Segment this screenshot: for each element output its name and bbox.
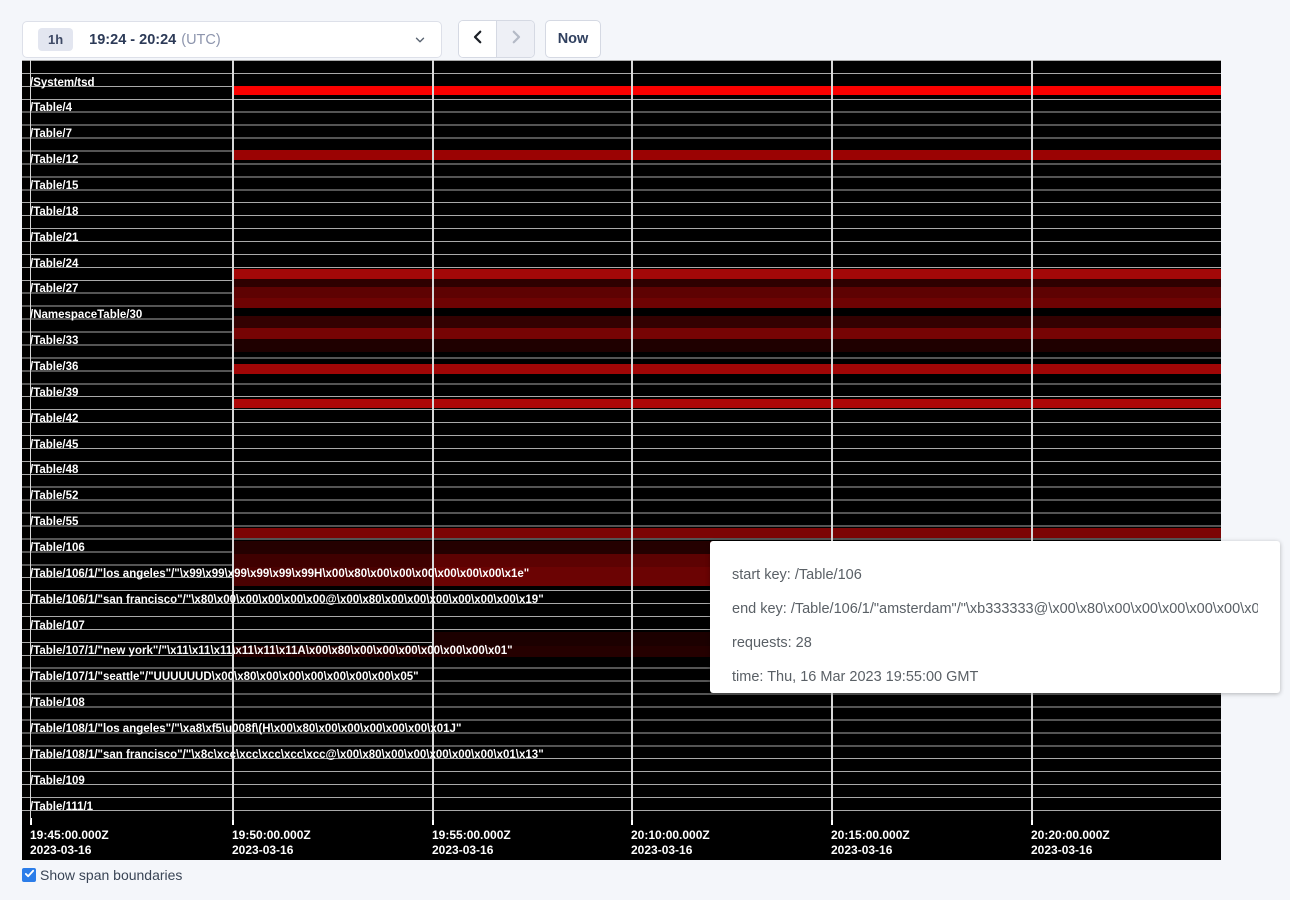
span-key-label: /Table/106/1/"los angeles"/"\x99\x99\x99… [30, 568, 529, 581]
time-nav-button-group [458, 20, 535, 58]
time-gridline [631, 60, 633, 820]
span-key-label: /Table/12 [30, 154, 78, 167]
time-range-value: 19:24 - 20:24 [89, 32, 176, 48]
span-key-label: /Table/108 [30, 697, 85, 710]
hot-span-band [232, 279, 1221, 287]
tooltip-end-key: end key: /Table/106/1/"amsterdam"/"\xb33… [732, 599, 1258, 619]
span-key-label: /Table/106/1/"san francisco"/"\x80\x00\x… [30, 594, 544, 607]
time-gridline [432, 60, 434, 820]
now-button[interactable]: Now [545, 20, 601, 58]
toolbar: 1h 19:24 - 20:24 (UTC) Now [0, 0, 1290, 60]
span-key-label: /System/tsd [30, 77, 95, 90]
key-visualizer-heatmap[interactable]: /System/tsd/Table/4/Table/7/Table/12/Tab… [22, 60, 1221, 860]
span-key-label: /Table/7 [30, 128, 72, 141]
span-key-label: /NamespaceTable/30 [30, 309, 142, 322]
span-key-label: /Table/55 [30, 516, 78, 529]
tooltip-start-key: start key: /Table/106 [732, 565, 1258, 585]
tooltip-time: time: Thu, 16 Mar 2023 19:55:00 GMT [732, 667, 1258, 687]
span-key-label: /Table/107 [30, 620, 85, 633]
hot-span-band [232, 339, 1221, 352]
chevron-down-icon [413, 33, 427, 52]
hot-span-band [232, 269, 1221, 279]
time-range-timezone: (UTC) [181, 32, 220, 48]
span-key-label: /Table/111/1 [30, 801, 93, 814]
time-axis-label: 19:50:00.000Z2023-03-16 [232, 828, 311, 858]
span-key-label: /Table/24 [30, 258, 78, 271]
tooltip-requests: requests: 28 [732, 633, 1258, 653]
span-key-label: /Table/107/1/"seattle"/"UUUUUUD\x00\x80\… [30, 671, 419, 684]
hot-span-band [232, 316, 1221, 328]
span-key-label: /Table/21 [30, 232, 78, 245]
show-span-boundaries-checkbox[interactable] [22, 868, 36, 882]
time-range-dropdown[interactable]: 1h 19:24 - 20:24 (UTC) [22, 21, 442, 58]
next-range-button[interactable] [497, 21, 534, 57]
hot-span-band [232, 298, 1221, 308]
hot-span-band [232, 554, 432, 567]
span-key-label: /Table/27 [30, 283, 78, 296]
hot-span-band [232, 86, 1221, 95]
time-range-preset-badge: 1h [38, 28, 73, 51]
span-key-label: /Table/108/1/"los angeles"/"\xa8\xf5\u00… [30, 723, 461, 736]
time-gridline [1031, 60, 1033, 820]
span-key-label: /Table/36 [30, 361, 78, 374]
chevron-left-icon [469, 28, 487, 51]
footer: Show span boundaries [22, 867, 182, 883]
hot-span-band [232, 528, 1221, 538]
span-key-label: /Table/39 [30, 387, 78, 400]
span-key-label: /Table/109 [30, 775, 85, 788]
span-key-label: /Table/42 [30, 413, 78, 426]
chevron-right-icon [507, 28, 525, 51]
span-key-label: /Table/33 [30, 335, 78, 348]
span-key-label: /Table/18 [30, 206, 78, 219]
span-tooltip: start key: /Table/106 end key: /Table/10… [710, 541, 1280, 693]
time-axis-label: 19:55:00.000Z2023-03-16 [432, 828, 511, 858]
span-key-label: /Table/52 [30, 490, 78, 503]
time-axis: 19:45:00.000Z2023-03-16 19:50:00.000Z2023… [22, 820, 1221, 860]
previous-range-button[interactable] [459, 21, 497, 57]
time-axis-label: 20:10:00.000Z2023-03-16 [631, 828, 710, 858]
hot-span-band [232, 287, 1221, 298]
time-axis-label: 19:45:00.000Z2023-03-16 [30, 828, 109, 858]
hot-span-band [232, 364, 1221, 374]
show-span-boundaries-label: Show span boundaries [40, 867, 182, 883]
checkmark-icon [24, 866, 35, 884]
span-key-label: /Table/15 [30, 180, 78, 193]
span-key-label: /Table/45 [30, 439, 78, 452]
hot-span-band [232, 399, 1221, 408]
span-key-label: /Table/107/1/"new york"/"\x11\x11\x11\x1… [30, 645, 513, 658]
span-key-label: /Table/4 [30, 102, 72, 115]
time-gridline [232, 60, 234, 820]
span-key-label: /Table/106 [30, 542, 85, 555]
span-key-label: /Table/48 [30, 464, 78, 477]
time-gridline [831, 60, 833, 820]
heatmap-rows-area[interactable]: /System/tsd/Table/4/Table/7/Table/12/Tab… [22, 60, 1221, 820]
span-key-label: /Table/108/1/"san francisco"/"\x8c\xcc\x… [30, 749, 544, 762]
hot-span-band [232, 150, 1221, 160]
hot-span-band [232, 328, 1221, 339]
time-axis-label: 20:15:00.000Z2023-03-16 [831, 828, 910, 858]
time-axis-label: 20:20:00.000Z2023-03-16 [1031, 828, 1110, 858]
